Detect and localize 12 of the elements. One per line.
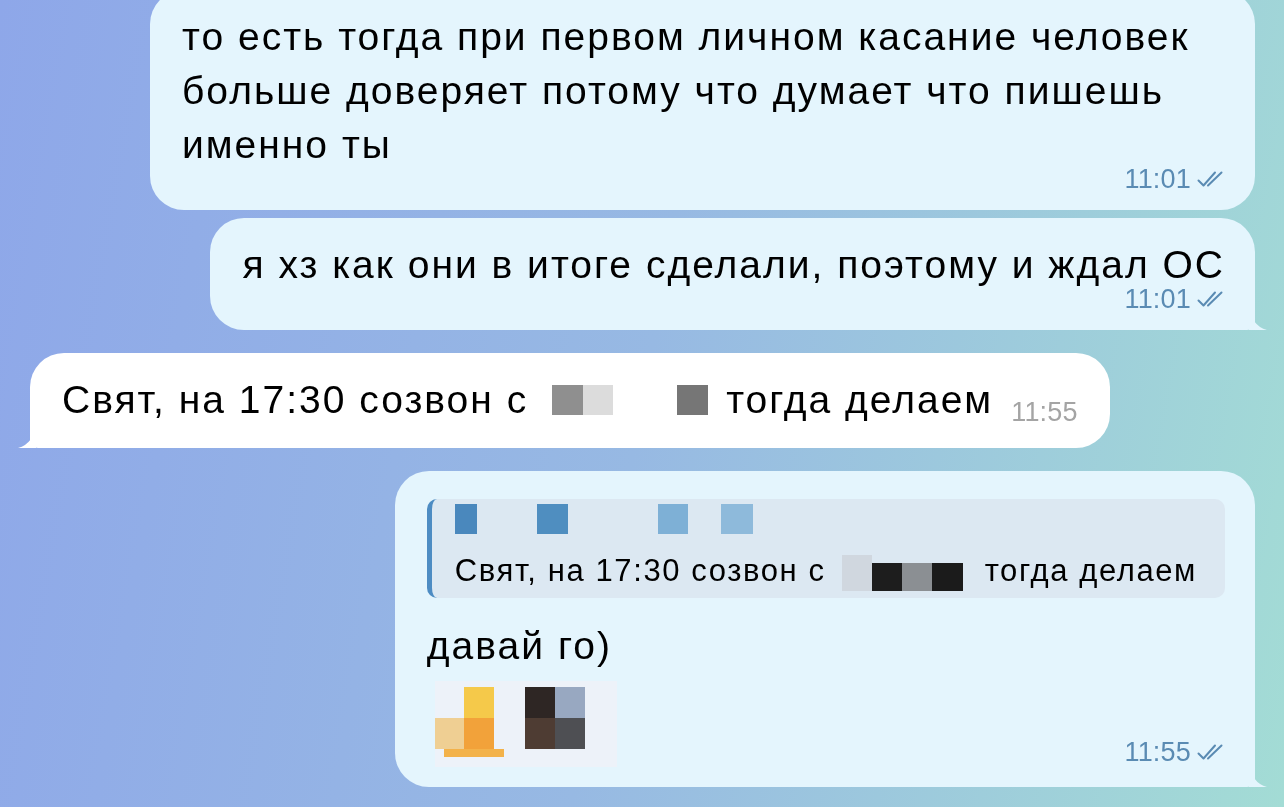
message-time: 11:01 xyxy=(1124,168,1191,190)
message-text: я хз как они в итоге сделали, поэтому и ждал ОС xyxy=(242,243,1225,286)
message-text: то есть тогда при первом личном касание человек больше доверяет потому что думает что пишешь именно ты xyxy=(182,15,1190,166)
message-text: Свят, на 17:30 созвон с xyxy=(62,378,529,421)
message-text: тогда делаем xyxy=(984,553,1197,588)
message-text: давай го) xyxy=(426,624,612,667)
message-time: 11:55 xyxy=(1011,401,1078,423)
reply-quote[interactable]: Свят, на 17:30 созвон с тогда делаем xyxy=(426,499,1225,598)
message-text: тогда делаем xyxy=(726,378,994,421)
message-time: 11:55 xyxy=(1124,741,1191,763)
message-text: Свят, на 17:30 созвон с xyxy=(454,553,826,588)
message-time: 11:01 xyxy=(1124,288,1191,310)
